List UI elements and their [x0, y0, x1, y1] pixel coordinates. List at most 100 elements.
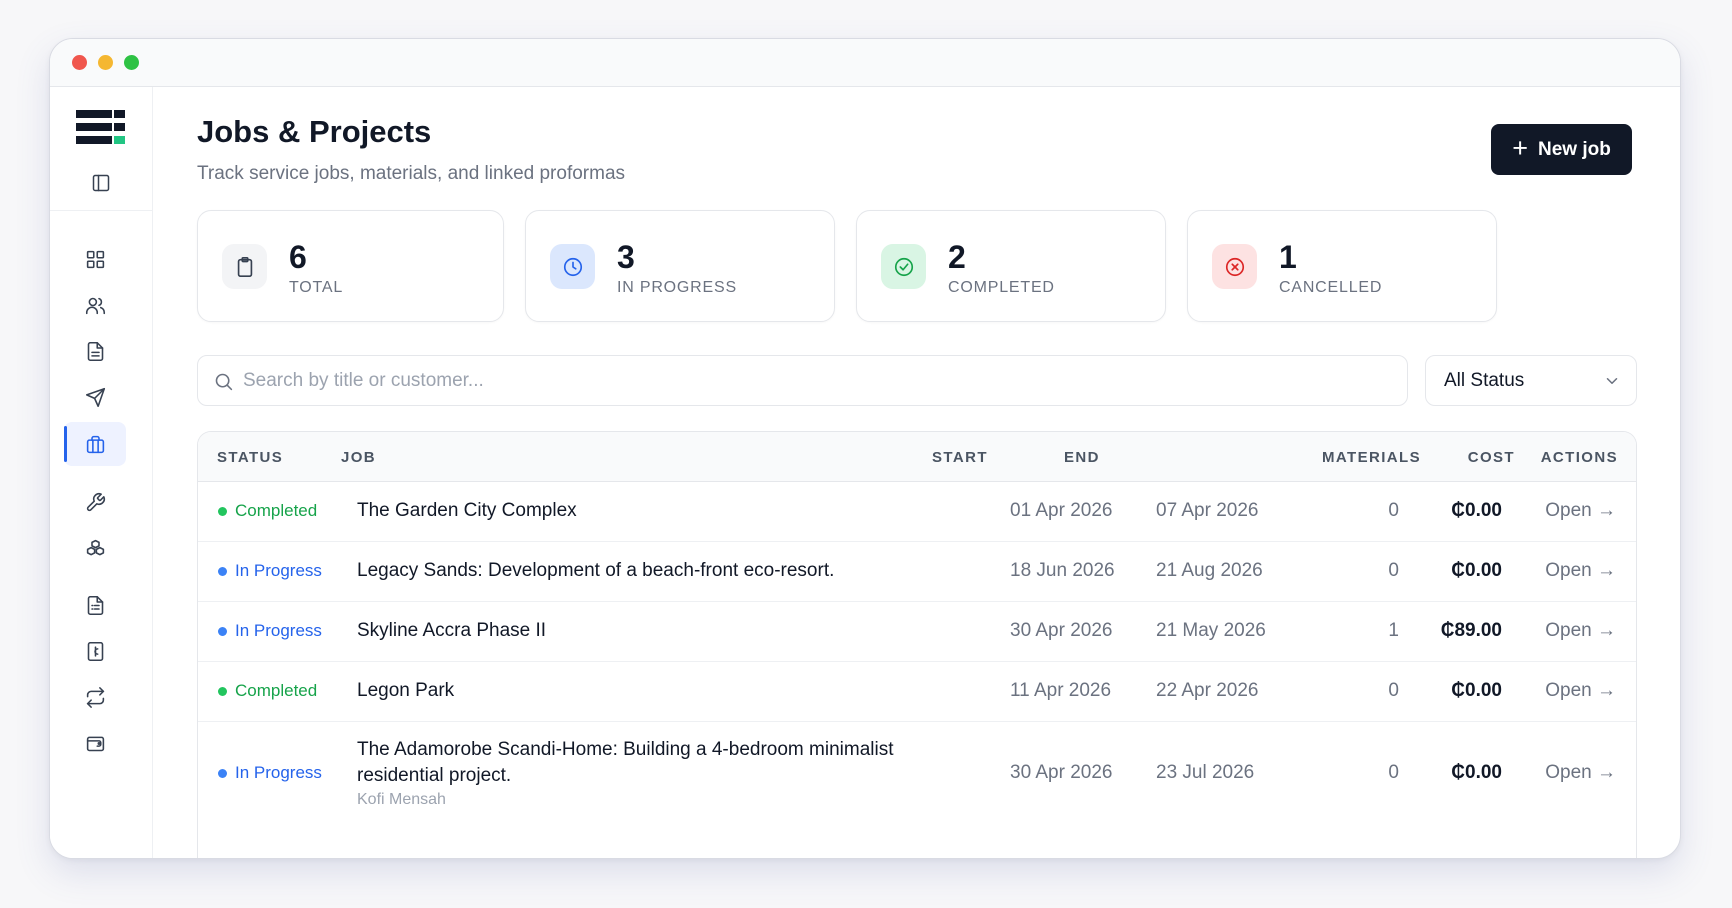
stat-label: IN PROGRESS: [617, 279, 737, 296]
column-header-start[interactable]: START: [932, 449, 988, 466]
stat-card-completed: 2 COMPLETED: [856, 210, 1166, 322]
column-header-materials[interactable]: MATERIALS: [1322, 449, 1421, 466]
status-dot-icon: [218, 768, 227, 778]
app-logo[interactable]: [76, 110, 125, 149]
grid-icon: [86, 250, 104, 268]
stat-label: COMPLETED: [948, 279, 1055, 296]
end-date: 07 Apr 2026: [1156, 500, 1259, 521]
new-job-button[interactable]: + New job: [1491, 124, 1632, 175]
stat-label: CANCELLED: [1279, 279, 1383, 296]
column-header-end[interactable]: END: [1064, 449, 1100, 466]
stat-value: 3: [617, 239, 635, 275]
stat-value: 1: [1279, 239, 1297, 275]
stat-card-in-progress: 3 IN PROGRESS: [525, 210, 835, 322]
job-title: Skyline Accra Phase II: [357, 620, 547, 641]
table-row[interactable]: Completed Legon Park 11 Apr 2026 22 Apr …: [198, 662, 1636, 722]
job-cost: ₵0.00: [1451, 500, 1502, 521]
minimize-window-button[interactable]: [98, 55, 113, 70]
materials-count: 0: [1388, 560, 1399, 581]
status-text: In Progress: [235, 763, 322, 782]
open-job-link[interactable]: Open →: [1545, 680, 1616, 702]
users-icon: [85, 297, 105, 314]
status-badge: In Progress: [218, 763, 322, 783]
start-date: 18 Jun 2026: [1010, 560, 1115, 581]
job-title: Legacy Sands: Development of a beach-fro…: [357, 560, 835, 581]
job-title: The Garden City Complex: [357, 500, 577, 521]
start-date: 01 Apr 2026: [1010, 500, 1113, 521]
clock-icon: [550, 244, 595, 289]
x-circle-icon: [1212, 244, 1257, 289]
receipt-icon: [87, 595, 103, 615]
open-job-link[interactable]: Open →: [1545, 560, 1616, 582]
nav-materials[interactable]: [64, 526, 126, 570]
stat-value: 6: [289, 239, 307, 275]
column-header-status[interactable]: STATUS: [217, 449, 283, 466]
table-row[interactable]: In Progress The Adamorobe Scandi-Home: B…: [198, 722, 1636, 858]
table-row[interactable]: In Progress Legacy Sands: Development of…: [198, 542, 1636, 602]
nav-invoices[interactable]: [64, 629, 126, 673]
nav-transfers[interactable]: [64, 675, 126, 719]
nav-services[interactable]: [64, 480, 126, 524]
wrench-icon: [86, 492, 105, 511]
sidebar-divider: [50, 210, 152, 211]
materials-count: 0: [1388, 500, 1399, 521]
status-badge: In Progress: [218, 621, 322, 641]
end-date: 21 May 2026: [1156, 620, 1266, 641]
sidebar: [50, 87, 153, 858]
nav-send[interactable]: [64, 375, 126, 419]
close-window-button[interactable]: [72, 55, 87, 70]
nav-customers[interactable]: [64, 283, 126, 327]
search-box: [197, 355, 1408, 406]
nav-wallet[interactable]: [64, 721, 126, 765]
sidebar-toggle-icon[interactable]: [91, 173, 111, 193]
open-job-link[interactable]: Open →: [1545, 620, 1616, 642]
page-title: Jobs & Projects: [197, 114, 432, 149]
plus-icon: +: [1512, 132, 1528, 163]
app-window: Jobs & Projects Track service jobs, mate…: [49, 38, 1681, 859]
status-text: Completed: [235, 681, 318, 700]
nav-documents[interactable]: [64, 329, 126, 373]
table-row[interactable]: Completed The Garden City Complex 01 Apr…: [198, 482, 1636, 542]
job-title: Legon Park: [357, 680, 455, 701]
transfer-icon: [86, 686, 104, 708]
stat-card-cancelled: 1 CANCELLED: [1187, 210, 1497, 322]
column-header-actions: ACTIONS: [1540, 449, 1618, 466]
title-bar: [50, 39, 1680, 87]
check-circle-icon: [881, 244, 926, 289]
nav-dashboard[interactable]: [64, 237, 126, 281]
new-job-label: New job: [1537, 138, 1611, 160]
status-text: In Progress: [235, 621, 322, 640]
search-input[interactable]: [243, 356, 1393, 405]
table-row[interactable]: In Progress Skyline Accra Phase II 30 Ap…: [198, 602, 1636, 662]
job-cost: ₵0.00: [1451, 762, 1502, 783]
stat-card-total: 6 TOTAL: [197, 210, 504, 322]
materials-count: 0: [1388, 680, 1399, 701]
document-icon: [87, 341, 103, 361]
job-cost: ₵0.00: [1451, 680, 1502, 701]
materials-count: 0: [1388, 762, 1399, 783]
clipboard-icon: [222, 244, 267, 289]
end-date: 23 Jul 2026: [1156, 762, 1255, 783]
status-text: Completed: [235, 501, 318, 520]
status-dot-icon: [218, 686, 227, 696]
search-icon: [215, 373, 233, 391]
open-job-link[interactable]: Open →: [1545, 762, 1616, 784]
send-icon: [85, 387, 105, 407]
start-date: 30 Apr 2026: [1010, 762, 1113, 783]
boxes-icon: [86, 539, 104, 555]
stat-label: TOTAL: [289, 279, 344, 296]
status-dot-icon: [218, 506, 227, 516]
column-header-job[interactable]: JOB: [341, 449, 376, 466]
status-badge: Completed: [218, 681, 317, 701]
status-badge: Completed: [218, 501, 317, 521]
nav-receipts[interactable]: [64, 583, 126, 627]
job-cost: ₵0.00: [1451, 560, 1502, 581]
jobs-table: STATUS JOB START END MATERIALS COST ACTI…: [197, 431, 1637, 858]
job-customer: Kofi Mensah: [357, 791, 446, 808]
open-job-link[interactable]: Open →: [1545, 500, 1616, 522]
column-header-cost[interactable]: COST: [1468, 449, 1515, 466]
nav-jobs[interactable]: [64, 422, 126, 466]
status-filter-select[interactable]: All Status: [1425, 355, 1637, 406]
briefcase-icon: [86, 435, 104, 453]
maximize-window-button[interactable]: [124, 55, 139, 70]
